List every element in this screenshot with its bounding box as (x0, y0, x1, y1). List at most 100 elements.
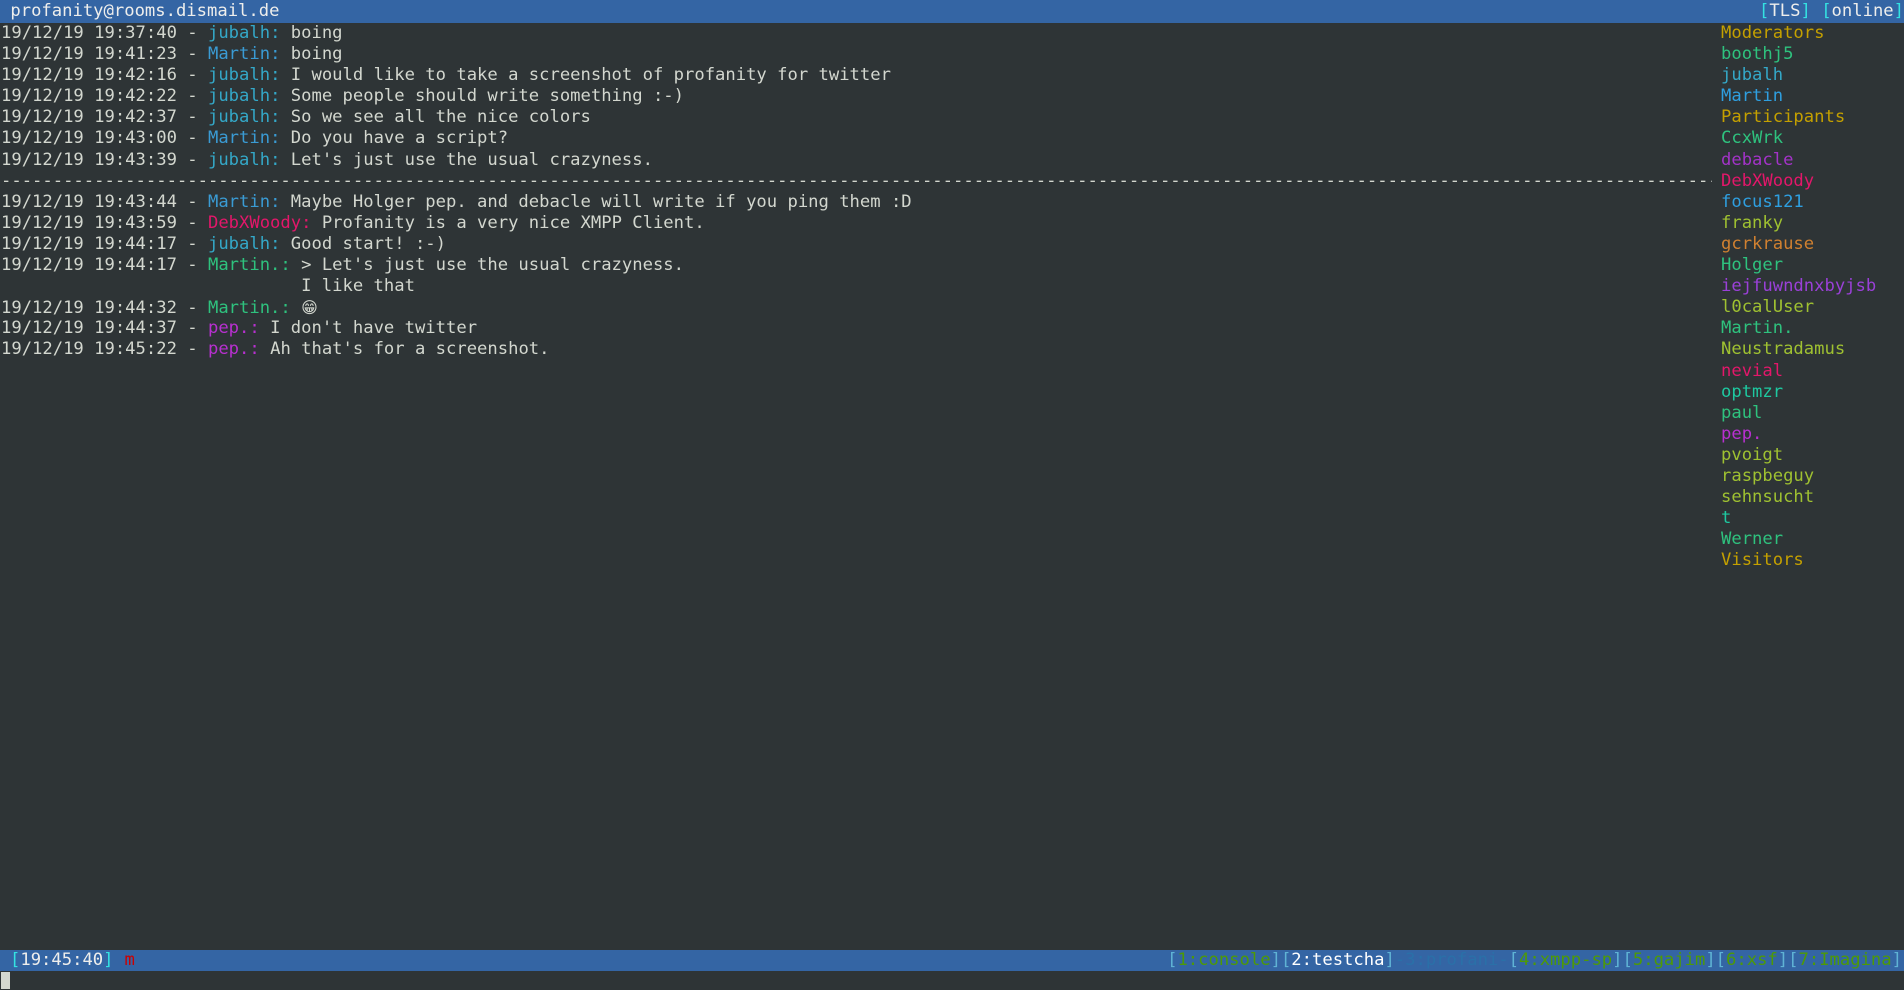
message-nickname[interactable]: jubalh (208, 107, 270, 127)
message-separator-dash: - (176, 191, 208, 212)
window-tab-label: 5:gajim (1632, 950, 1706, 970)
roster-occupant[interactable]: focus121 (1712, 192, 1904, 213)
window-tab-close-bracket: ] (1891, 950, 1902, 970)
message-separator-dash: - (176, 318, 208, 339)
roster-occupant-name: debacle (1721, 149, 1794, 170)
roster-occupant[interactable]: pep. (1712, 424, 1904, 445)
roster-occupant[interactable]: l0calUser (1712, 297, 1904, 318)
nickname-gap (280, 86, 290, 106)
nickname-colon: : (270, 107, 281, 128)
message-separator-dash: - (176, 255, 208, 276)
roster-occupant-name: l0calUser (1721, 297, 1815, 318)
window-list[interactable]: [1:console] [2:testcha] -3:profani- [4:xmpp… (1167, 950, 1904, 971)
roster-occupant[interactable]: nevial (1712, 361, 1904, 382)
message-timestamp: 19/12/19 19:43:44 (1, 191, 177, 212)
message-timestamp: 19/12/19 19:37:40 (1, 23, 177, 43)
grinning-face-emoji-icon: 😁 (301, 298, 318, 318)
text-cursor (1, 972, 10, 989)
window-tab[interactable]: [6:xsf] (1716, 950, 1788, 971)
title-bar: profanity@rooms.dismail.de [TLS] [online… (0, 0, 1904, 23)
roster-occupant[interactable]: raspbeguy (1712, 466, 1904, 487)
roster-occupant[interactable]: franky (1712, 213, 1904, 234)
message-separator-dash: - (176, 149, 208, 170)
command-input-line[interactable] (0, 971, 1904, 990)
window-tab[interactable]: [7:Imagina] (1788, 950, 1902, 971)
message-separator-dash: - (176, 128, 208, 149)
roster-occupant-name: sehnsucht (1721, 487, 1815, 508)
window-tab[interactable]: [2:testcha] (1281, 950, 1395, 971)
nickname-gap (280, 23, 290, 43)
message-nickname[interactable]: DebXWoody (208, 213, 301, 233)
roster-occupant[interactable]: paul (1712, 403, 1904, 424)
message-nickname[interactable]: jubalh (208, 23, 270, 43)
roster-occupant[interactable]: DebXWoody (1712, 171, 1904, 192)
chat-message-row: 19/12/19 19:42:22 - jubalh: Some people … (0, 86, 1712, 107)
roster-occupant[interactable]: Holger (1712, 255, 1904, 276)
roster-occupant[interactable]: iejfuwndnxbyjsb (1712, 276, 1904, 297)
nickname-colon: : (270, 86, 281, 107)
roster-occupant[interactable]: jubalh (1712, 65, 1904, 86)
nickname-gap (260, 318, 270, 338)
nickname-colon: : (301, 212, 312, 233)
message-nickname[interactable]: Martin. (208, 298, 280, 318)
roster-occupant[interactable]: Martin (1712, 86, 1904, 107)
chat-message-row: 19/12/19 19:43:44 - Martin: Maybe Holger… (0, 192, 1712, 213)
message-separator-dash: - (176, 23, 208, 43)
roster-occupant-name: nevial (1721, 360, 1784, 381)
nickname-colon: : (280, 298, 291, 319)
nickname-gap (280, 44, 290, 64)
continuation-indent (1, 276, 301, 296)
roster-occupant[interactable]: Neustradamus (1712, 339, 1904, 360)
message-nickname[interactable]: Martin (208, 192, 270, 212)
roster-occupant[interactable]: boothj5 (1712, 44, 1904, 65)
message-nickname[interactable]: jubalh (208, 234, 270, 254)
roster-occupant[interactable]: debacle (1712, 150, 1904, 171)
message-nickname[interactable]: jubalh (208, 150, 270, 170)
roster-occupant[interactable]: gcrkrause (1712, 234, 1904, 255)
nickname-gap (291, 255, 301, 275)
window-tab[interactable]: [5:gajim] (1623, 950, 1716, 971)
message-nickname[interactable]: Martin (208, 128, 270, 148)
input-mode-indicator: m (124, 950, 135, 970)
roster-occupant-name: iejfuwndnxbyjsb (1721, 276, 1877, 297)
roster-occupant[interactable]: Martin. (1712, 318, 1904, 339)
occupants-roster[interactable]: Moderators boothj5 jubalh Martin Participant… (1712, 23, 1904, 943)
message-nickname[interactable]: jubalh (208, 65, 270, 85)
message-separator-dash: - (176, 212, 208, 233)
message-text: Ah that's for a screenshot. (270, 339, 550, 360)
nickname-colon: : (270, 191, 281, 212)
message-nickname[interactable]: Martin (208, 44, 270, 64)
roster-occupant[interactable]: Werner (1712, 529, 1904, 550)
window-tab[interactable]: [4:xmpp-sp] (1509, 950, 1623, 971)
separator-rule: ----------------------------------------… (1, 170, 1712, 191)
roster-occupant-name: DebXWoody (1721, 170, 1815, 191)
roster-occupant[interactable]: CcxWrk (1712, 128, 1904, 149)
window-tab[interactable]: -3:profani- (1395, 950, 1509, 971)
message-nickname[interactable]: jubalh (208, 86, 270, 106)
window-tab-open-bracket: [ (1280, 950, 1292, 970)
roster-occupant[interactable]: optmzr (1712, 382, 1904, 403)
status-bar: [19:45:40] m [1:console] [2:testcha] -3:pr… (0, 950, 1904, 971)
message-nickname[interactable]: pep. (208, 318, 249, 338)
chat-message-row: 19/12/19 19:41:23 - Martin: boing (0, 44, 1712, 65)
window-tab[interactable]: [1:console] (1167, 950, 1281, 971)
roster-occupant-name: Neustradamus (1721, 339, 1846, 360)
message-text: boing (290, 44, 343, 65)
roster-occupant[interactable]: pvoigt (1712, 445, 1904, 466)
message-nickname[interactable]: pep. (208, 339, 249, 359)
roster-occupant-name: jubalh (1721, 65, 1784, 86)
nickname-colon: : (270, 233, 281, 254)
window-tab-close-bracket: - (1498, 950, 1509, 970)
nickname-colon: : (249, 339, 260, 360)
roster-section-header: Moderators (1712, 23, 1904, 44)
message-separator-dash: - (176, 107, 208, 128)
chat-log[interactable]: 19/12/19 19:37:40 - jubalh: boing 19/12/1… (0, 23, 1712, 943)
roster-occupant[interactable]: sehnsucht (1712, 487, 1904, 508)
message-separator-dash: - (176, 298, 208, 319)
roster-occupant[interactable]: t (1712, 508, 1904, 529)
message-timestamp: 19/12/19 19:44:37 (1, 318, 177, 339)
message-nickname[interactable]: Martin. (208, 255, 280, 275)
roster-occupant-name: CcxWrk (1721, 128, 1784, 149)
message-text: I would like to take a screenshot of pro… (290, 65, 891, 86)
title-bar-gap (1811, 1, 1821, 22)
